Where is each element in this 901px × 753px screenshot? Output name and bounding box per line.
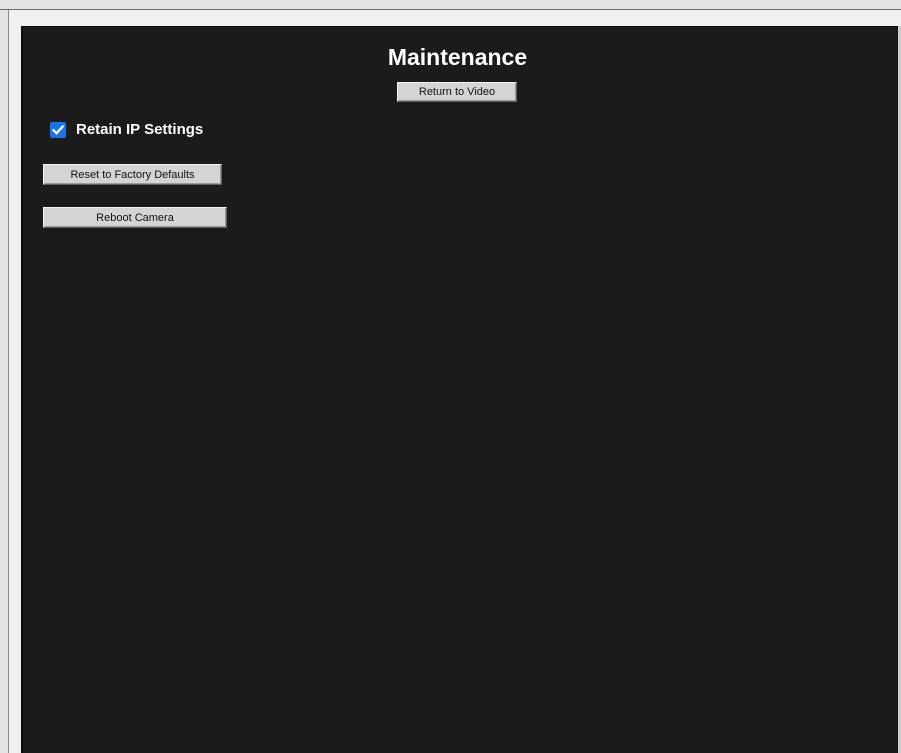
return-to-video-button[interactable]: Return to Video <box>397 82 517 102</box>
reboot-camera-button[interactable]: Reboot Camera <box>43 207 227 228</box>
retain-ip-settings-checkbox[interactable] <box>50 122 66 138</box>
checkmark-icon <box>51 125 65 135</box>
reset-to-factory-defaults-button[interactable]: Reset to Factory Defaults <box>43 164 222 185</box>
page-title: Maintenance <box>387 44 528 70</box>
retain-ip-settings-label: Retain IP Settings <box>76 121 204 138</box>
maintenance-panel: Maintenance Return to Video Retain IP Se… <box>21 26 898 753</box>
retain-ip-settings-row[interactable]: Retain IP Settings <box>50 121 203 139</box>
